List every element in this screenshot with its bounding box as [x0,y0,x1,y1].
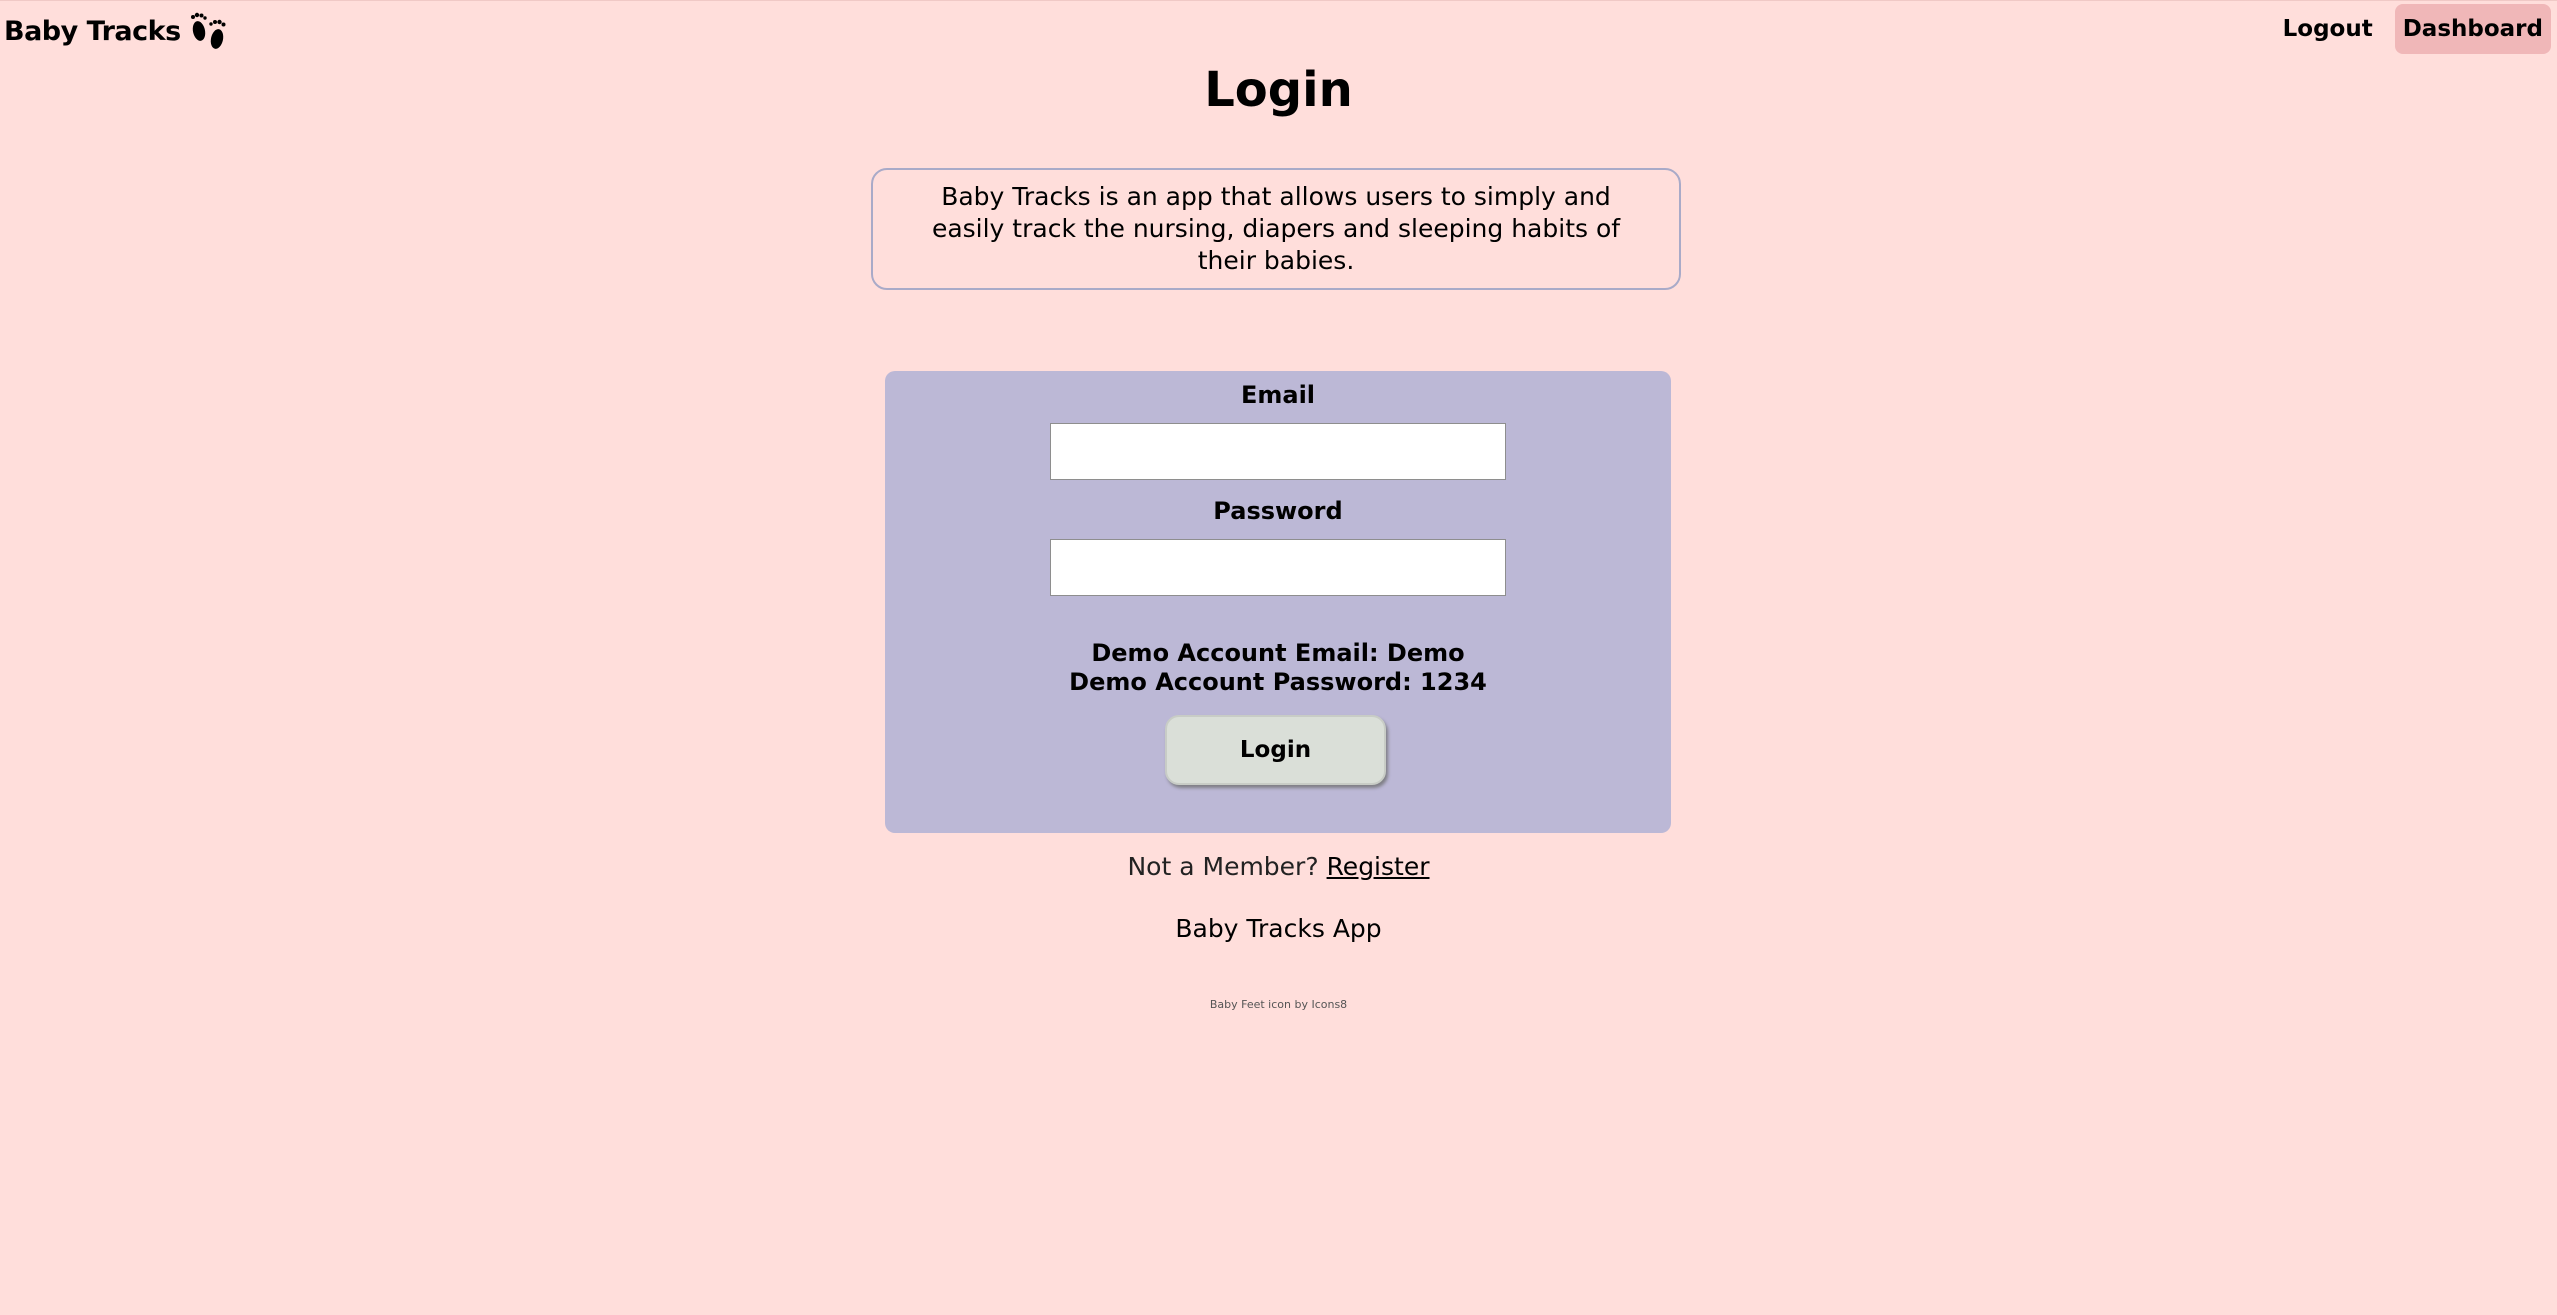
logout-link[interactable]: Logout [2275,8,2381,50]
demo-email-text: Demo Account Email: Demo [1091,639,1465,667]
register-prompt: Not a Member? [1127,852,1319,881]
email-label: Email [1240,381,1316,409]
login-form: Email Password Demo Account Email: Demo … [885,371,1671,833]
register-prompt-line: Not a Member? Register [0,852,2557,881]
brand-name: Baby Tracks [4,15,181,47]
icon-credit-link[interactable]: Baby Feet icon by Icons8 [0,998,2557,1011]
register-link[interactable]: Register [1327,852,1430,881]
demo-password-text: Demo Account Password: 1234 [1069,668,1487,696]
page-title: Login [1204,62,1353,118]
login-button[interactable]: Login [1165,715,1386,785]
password-label: Password [1213,497,1343,525]
email-field[interactable] [1050,423,1506,480]
footer-title: Baby Tracks App [1175,914,1382,943]
nav-links: Logout Dashboard [2275,1,2551,57]
about-box: Baby Tracks is an app that allows users … [871,168,1681,290]
brand[interactable]: Baby Tracks [4,9,231,53]
baby-feet-icon [190,12,226,49]
about-text: Baby Tracks is an app that allows users … [931,182,1621,275]
password-field[interactable] [1050,539,1506,596]
top-navbar: Baby Tracks Logout Dashboard [0,0,2557,59]
dashboard-link[interactable]: Dashboard [2394,4,2551,54]
